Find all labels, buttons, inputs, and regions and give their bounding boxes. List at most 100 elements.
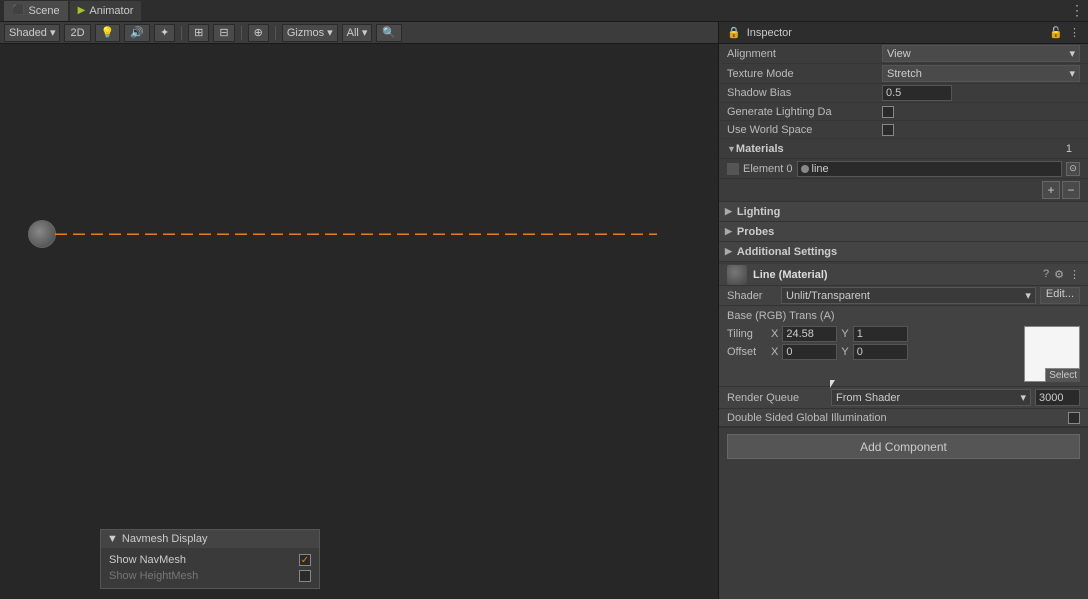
materials-count: 1	[1066, 143, 1072, 155]
element-0-label: Element 0	[743, 163, 793, 175]
shader-edit-button[interactable]: Edit...	[1040, 287, 1080, 304]
render-queue-dropdown[interactable]: From Shader ▾	[831, 389, 1031, 406]
gen-lighting-checkbox[interactable]	[882, 106, 894, 118]
show-heightmesh-checkbox[interactable]	[299, 570, 311, 582]
offset-x-input[interactable]	[782, 344, 837, 360]
material-more-icon[interactable]: ⋮	[1069, 268, 1080, 281]
snap-button[interactable]: ⊞	[188, 24, 209, 42]
transform-button[interactable]: ⊕	[248, 24, 269, 42]
navmesh-title: Navmesh Display	[122, 533, 208, 545]
additional-settings-label: Additional Settings	[737, 246, 837, 258]
scene-toolbar: Shaded ▾ 2D 💡 🔊 ✦ ⊞ ⊟ ⊕ Gizmos ▾ All ▾	[0, 22, 718, 44]
offset-label: Offset	[727, 346, 767, 358]
additional-settings-arrow: ▶	[725, 246, 732, 257]
tiling-y-input[interactable]	[853, 326, 908, 342]
render-queue-number[interactable]	[1035, 389, 1080, 406]
texture-mode-label: Texture Mode	[727, 68, 882, 80]
show-navmesh-label: Show NavMesh	[109, 554, 186, 566]
shader-dropdown[interactable]: Unlit/Transparent ▾	[781, 287, 1036, 304]
unlock-icon[interactable]: 🔓	[1049, 26, 1063, 39]
material-help-icon[interactable]: ?	[1043, 268, 1049, 281]
material-settings-icon[interactable]: ⚙	[1054, 268, 1064, 281]
2d-button[interactable]: 2D	[64, 24, 90, 42]
texture-mode-arrow: ▾	[1069, 67, 1075, 80]
gen-lighting-row: Generate Lighting Da	[719, 103, 1088, 121]
double-sided-label: Double Sided Global Illumination	[727, 412, 1068, 424]
select-button[interactable]: Select	[1045, 368, 1080, 382]
audio-button[interactable]: 🔊	[124, 24, 150, 42]
material-name: Line (Material)	[753, 269, 1037, 281]
top-menu-icon[interactable]: ⋮	[1070, 2, 1084, 19]
navmesh-body: Show NavMesh ✓ Show HeightMesh	[101, 548, 319, 588]
scene-canvas[interactable]: ▼ Navmesh Display Show NavMesh ✓ Show He…	[0, 44, 718, 599]
tab-scene[interactable]: ⬛ Scene	[4, 1, 68, 21]
probes-section-header[interactable]: ▶ Probes	[719, 222, 1088, 242]
gizmos-dropdown[interactable]: Gizmos ▾	[282, 24, 338, 42]
tiling-label: Tiling	[727, 328, 767, 340]
shadow-bias-label: Shadow Bias	[727, 87, 882, 99]
tab-animator[interactable]: ▶ Animator	[70, 1, 142, 21]
effects-button[interactable]: ✦	[154, 24, 175, 42]
probes-arrow: ▶	[725, 226, 732, 237]
material-panel: Line (Material) ? ⚙ ⋮ Shader Unlit/Trans…	[719, 264, 1088, 428]
tiling-y-label: Y	[841, 328, 848, 340]
shading-arrow: ▾	[50, 26, 56, 39]
lighting-section-header[interactable]: ▶ Lighting	[719, 202, 1088, 222]
alignment-dropdown[interactable]: View ▾	[882, 45, 1080, 62]
element-0-value-field: line	[797, 161, 1062, 177]
tiling-x-input[interactable]	[782, 326, 837, 342]
light-button[interactable]: 💡	[95, 24, 121, 42]
use-world-space-row: Use World Space	[719, 121, 1088, 139]
all-dropdown[interactable]: All ▾	[342, 24, 373, 42]
navmesh-header[interactable]: ▼ Navmesh Display	[101, 530, 319, 548]
shading-label: Shaded	[9, 27, 47, 39]
show-heightmesh-label: Show HeightMesh	[109, 570, 198, 582]
alignment-arrow: ▾	[1069, 47, 1075, 60]
shader-dropdown-arrow: ▾	[1025, 289, 1031, 302]
search-button[interactable]: 🔍	[376, 24, 402, 42]
add-material-button[interactable]: +	[1042, 181, 1060, 199]
show-navmesh-checkbox[interactable]: ✓	[299, 554, 311, 566]
texture-mode-dropdown[interactable]: Stretch ▾	[882, 65, 1080, 82]
material-thumbnail	[727, 265, 747, 285]
double-sided-checkbox[interactable]	[1068, 412, 1080, 424]
shading-dropdown[interactable]: Shaded ▾	[4, 24, 60, 42]
double-sided-row: Double Sided Global Illumination	[719, 409, 1088, 427]
texture-mode-value: Stretch	[887, 68, 922, 80]
materials-buttons: + −	[719, 179, 1088, 202]
element-pick-button[interactable]: ⊙	[1066, 162, 1080, 176]
offset-row: Offset X Y	[727, 344, 1016, 360]
shadow-bias-input[interactable]	[882, 85, 952, 101]
shader-label: Shader	[727, 290, 777, 302]
remove-material-button[interactable]: −	[1062, 181, 1080, 199]
use-world-space-label: Use World Space	[727, 124, 882, 136]
grid-button[interactable]: ⊟	[213, 24, 234, 42]
element-dot	[801, 165, 809, 173]
tiling-x-label: X	[771, 328, 778, 340]
navmesh-panel: ▼ Navmesh Display Show NavMesh ✓ Show He…	[100, 529, 320, 589]
alignment-row: Alignment View ▾	[719, 44, 1088, 64]
offset-y-label: Y	[841, 346, 848, 358]
main-content: Shaded ▾ 2D 💡 🔊 ✦ ⊞ ⊟ ⊕ Gizmos ▾ All ▾	[0, 22, 1088, 599]
texture-section: Base (RGB) Trans (A) Tiling X Y	[719, 306, 1088, 387]
additional-settings-header[interactable]: ▶ Additional Settings	[719, 242, 1088, 262]
element-0-value: line	[812, 163, 829, 175]
materials-section-header: ▼ Materials 1	[719, 139, 1088, 159]
tiling-offset-fields: Tiling X Y Offset X	[727, 326, 1016, 360]
materials-arrow: ▼	[727, 144, 736, 154]
inspector-title-group: 🔒 Inspector	[727, 26, 792, 39]
offset-y-input[interactable]	[853, 344, 908, 360]
add-component-button[interactable]: Add Component	[727, 434, 1080, 459]
inspector-panel: 🔒 Inspector 🔓 ⋮ Alignment View ▾ Texture…	[718, 22, 1088, 599]
scene-object-circle	[28, 220, 56, 248]
inspector-title-label: Inspector	[747, 27, 792, 39]
texture-fields: Tiling X Y Offset X	[727, 326, 1016, 382]
more-icon[interactable]: ⋮	[1069, 26, 1080, 39]
inspector-header: 🔒 Inspector 🔓 ⋮	[719, 22, 1088, 44]
gen-lighting-label: Generate Lighting Da	[727, 106, 882, 118]
animator-tab-icon: ▶	[78, 5, 86, 16]
shadow-bias-row: Shadow Bias	[719, 84, 1088, 103]
use-world-space-checkbox[interactable]	[882, 124, 894, 136]
scene-tab-icon: ⬛	[12, 5, 24, 16]
texture-thumb-container: Select	[1024, 326, 1080, 382]
